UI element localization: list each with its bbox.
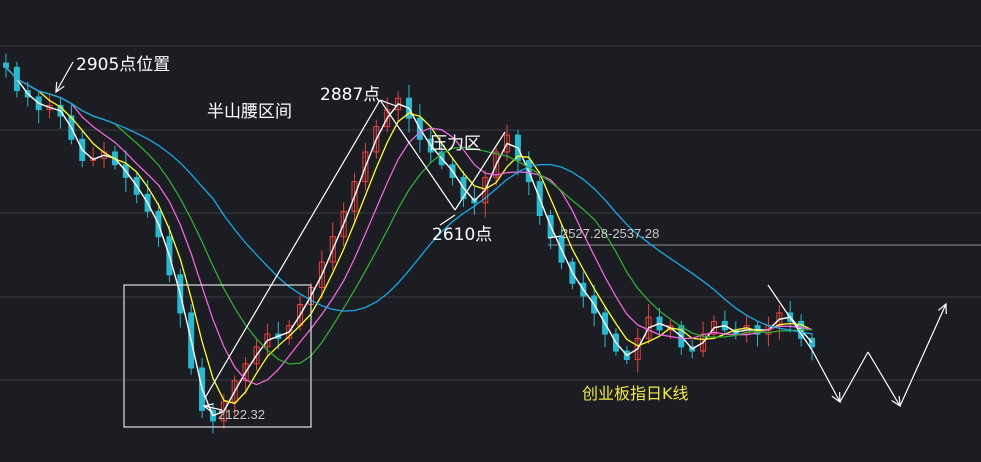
projection-head-2 (891, 395, 901, 408)
projection-seg-1 (839, 351, 869, 403)
chart-stage: 2905点位置 半山腰区间 2887点 压力区 2610点 2527.28-25… (0, 0, 981, 462)
arrow-2905-line (55, 61, 74, 93)
arrow-2905-head (55, 81, 65, 94)
label-half-mountain: 半山腰区间 (207, 102, 292, 122)
label-low: 2122.32 (218, 407, 265, 422)
chart-title: 创业板指日K线 (582, 384, 689, 403)
label-2610: 2610点 (432, 225, 493, 245)
rally-line (204, 99, 381, 399)
projection-seg-2 (867, 351, 901, 407)
label-pressure-zone: 压力区 (430, 134, 481, 154)
label-2887: 2887点 (320, 85, 381, 105)
recent-fall-line (767, 284, 813, 351)
projection-seg-3 (899, 303, 947, 407)
candle-body-0 (3, 62, 9, 68)
label-level: 2527.28-2537.28 (561, 226, 660, 241)
projection-seg-0 (811, 349, 841, 403)
label-2905: 2905点位置 (76, 55, 171, 75)
range-box (123, 284, 312, 428)
